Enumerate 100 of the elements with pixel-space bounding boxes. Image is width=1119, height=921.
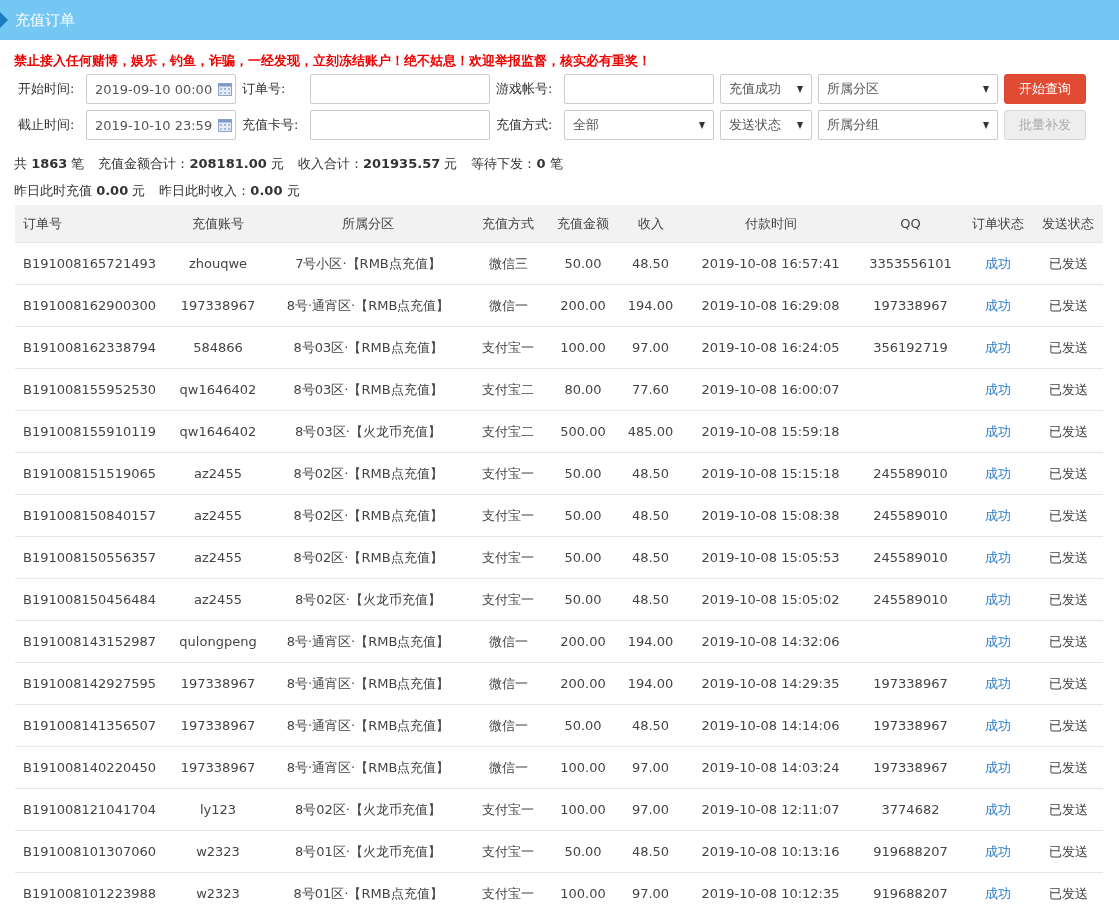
column-header: 充值账号: [168, 205, 268, 243]
amount-cell: 50.00: [564, 508, 602, 523]
text-field[interactable]: [564, 74, 714, 104]
order-id-cell: B191008101223988: [23, 886, 156, 901]
dropdown[interactable]: 全部: [564, 110, 714, 140]
zone-cell: 8号·通宵区·【RMB点充值】: [286, 759, 450, 775]
pay-time-cell: 2019-10-08 15:05:02: [701, 592, 840, 607]
qq-cell: 919688207: [873, 886, 948, 901]
amount-cell: 100.00: [560, 886, 606, 901]
status-link[interactable]: 成功: [985, 633, 1011, 649]
field-label: 截止时间:: [18, 116, 76, 134]
field-label: 充值方式:: [496, 116, 554, 134]
triangle-icon: [0, 12, 8, 28]
amount-cell: 50.00: [564, 844, 602, 859]
column-header: 充值方式: [468, 205, 548, 243]
qq-cell: 197338967: [873, 760, 948, 775]
pay-time-cell: 2019-10-08 16:24:05: [701, 340, 840, 355]
order-id-cell: B191008155952530: [23, 382, 156, 397]
pay-method-cell: 支付宝一: [482, 591, 534, 607]
status-link[interactable]: 成功: [985, 675, 1011, 691]
qq-cell: 245589010: [873, 508, 948, 523]
order-id-cell: B191008151519065: [23, 466, 156, 481]
amount-cell: 50.00: [564, 550, 602, 565]
pay-time-cell: 2019-10-08 15:59:18: [701, 424, 840, 439]
pay-method-cell: 支付宝一: [482, 339, 534, 355]
status-link[interactable]: 成功: [985, 255, 1011, 271]
send-status-cell: 已发送: [1048, 381, 1088, 397]
pay-method-cell: 微信一: [488, 633, 528, 649]
order-id-cell: B191008142927595: [23, 676, 156, 691]
account-cell: ly123: [199, 802, 237, 817]
account-cell: w2323: [196, 844, 240, 859]
income-cell: 194.00: [627, 634, 674, 649]
pay-method-cell: 支付宝一: [482, 843, 534, 859]
status-link[interactable]: 成功: [985, 591, 1011, 607]
amount-cell: 100.00: [560, 802, 606, 817]
column-header: 付款时间: [683, 205, 858, 243]
caret-icon: [983, 85, 989, 93]
column-header: 所属分区: [268, 205, 468, 243]
date-field[interactable]: 2019-09-10 00:00: [86, 74, 236, 104]
order-id-cell: B191008155910119: [23, 424, 156, 439]
zone-cell: 8号·通宵区·【RMB点充值】: [286, 297, 450, 313]
income-cell: 194.00: [627, 298, 674, 313]
status-link[interactable]: 成功: [985, 297, 1011, 313]
status-link[interactable]: 成功: [985, 465, 1011, 481]
income-cell: 48.50: [631, 256, 670, 271]
field-label: 订单号:: [242, 80, 287, 98]
send-status-cell: 已发送: [1048, 255, 1088, 271]
pay-time-cell: 2019-10-08 16:29:08: [701, 298, 840, 313]
dropdown[interactable]: 所属分组: [818, 110, 998, 140]
amount-cell: 50.00: [564, 592, 602, 607]
calendar-icon[interactable]: [218, 82, 232, 96]
status-link[interactable]: 成功: [985, 507, 1011, 523]
pay-method-cell: 支付宝一: [482, 507, 534, 523]
field-label: 游戏帐号:: [496, 80, 554, 98]
zone-cell: 8号·通宵区·【RMB点充值】: [286, 717, 450, 733]
status-link[interactable]: 成功: [985, 423, 1011, 439]
order-id-cell: B191008143152987: [23, 634, 156, 649]
status-link[interactable]: 成功: [985, 885, 1011, 901]
pay-method-cell: 支付宝一: [482, 801, 534, 817]
caret-icon: [797, 85, 803, 93]
account-cell: az2455: [194, 466, 242, 481]
amount-cell: 50.00: [564, 256, 602, 271]
pay-method-cell: 微信一: [488, 675, 528, 691]
action-button[interactable]: 开始查询: [1004, 74, 1086, 104]
account-cell: zhouqwe: [188, 256, 248, 271]
text-field[interactable]: [310, 110, 490, 140]
calendar-icon[interactable]: [218, 118, 232, 132]
order-id-cell: B191008150456484: [23, 592, 156, 607]
status-link[interactable]: 成功: [985, 843, 1011, 859]
status-link[interactable]: 成功: [985, 339, 1011, 355]
income-cell: 48.50: [631, 466, 670, 481]
qq-cell: 919688207: [873, 844, 948, 859]
dropdown[interactable]: 充值成功: [720, 74, 812, 104]
account-cell: qw1646402: [179, 424, 257, 439]
qq-cell: 197338967: [873, 298, 948, 313]
status-link[interactable]: 成功: [985, 801, 1011, 817]
account-cell: az2455: [194, 508, 242, 523]
status-link[interactable]: 成功: [985, 381, 1011, 397]
date-field[interactable]: 2019-10-10 23:59: [86, 110, 236, 140]
caret-icon: [699, 121, 705, 129]
amount-cell: 50.00: [564, 466, 602, 481]
send-status-cell: 已发送: [1048, 297, 1088, 313]
status-link[interactable]: 成功: [985, 759, 1011, 775]
income-cell: 194.00: [627, 676, 674, 691]
account-cell: w2323: [196, 886, 240, 901]
send-status-cell: 已发送: [1048, 885, 1088, 901]
income-cell: 77.60: [631, 382, 670, 397]
pay-time-cell: 2019-10-08 15:08:38: [701, 508, 840, 523]
send-status-cell: 已发送: [1048, 339, 1088, 355]
status-link[interactable]: 成功: [985, 717, 1011, 733]
status-link[interactable]: 成功: [985, 549, 1011, 565]
order-id-cell: B191008140220450: [23, 760, 156, 775]
qq-cell: 3774682: [881, 802, 940, 817]
text-field[interactable]: [310, 74, 490, 104]
send-status-cell: 已发送: [1048, 633, 1088, 649]
dropdown[interactable]: 发送状态: [720, 110, 812, 140]
account-cell: 197338967: [180, 298, 256, 313]
column-header: 充值金额: [548, 205, 618, 243]
dropdown[interactable]: 所属分区: [818, 74, 998, 104]
amount-cell: 200.00: [560, 676, 606, 691]
